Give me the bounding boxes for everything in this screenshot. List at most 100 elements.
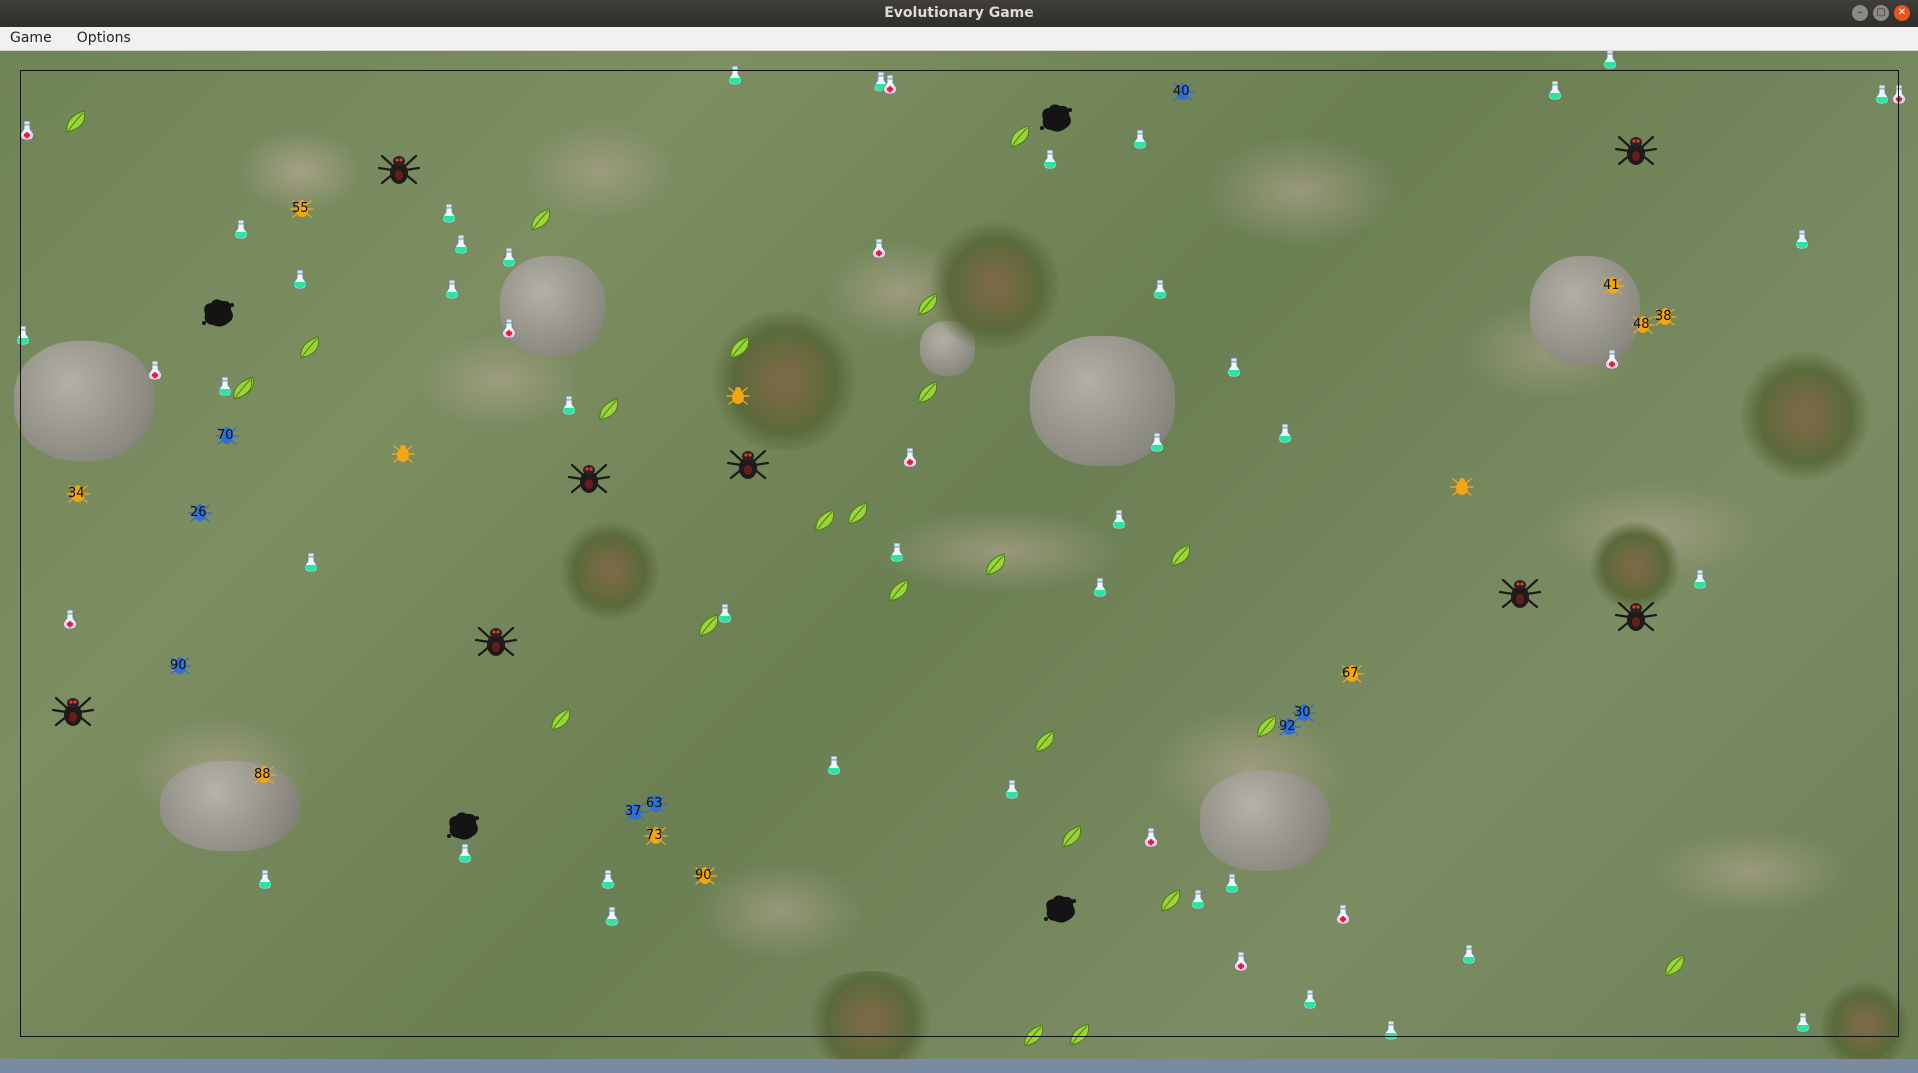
minimize-button[interactable]: – [1852,5,1868,21]
leaf-icon [1663,953,1687,979]
blue-bug: 26 [188,503,212,523]
bug-energy-label: 88 [254,767,271,782]
green-potion-icon [1004,779,1020,800]
leaf-icon [231,376,255,402]
pink-potion-icon [19,120,35,141]
green-potion-icon [1547,80,1563,101]
pink-potion-icon [1233,951,1249,972]
green-potion-icon [1092,577,1108,598]
orange-bug [1450,477,1474,497]
game-world[interactable]: 55 41 48 38 34 67 88 73 90 40 70 26 90 9… [0,51,1918,1059]
spider-icon [1614,131,1658,171]
pink-potion-icon [1604,349,1620,370]
leaf-icon [887,578,911,604]
green-potion-icon [453,234,469,255]
bug-energy-label: 38 [1655,309,1672,324]
green-potion-icon [1226,357,1242,378]
green-potion-icon [1795,1012,1811,1033]
orange-bug: 88 [252,765,276,785]
pink-potion-icon [902,447,918,468]
green-potion-icon [826,755,842,776]
close-button[interactable]: ✕ [1894,5,1910,21]
menu-game[interactable]: Game [0,27,62,50]
leaf-icon [1169,543,1193,569]
green-potion-icon [233,219,249,240]
pink-potion-icon [882,74,898,95]
rock [14,341,154,461]
rock [1200,771,1330,871]
bug-energy-label: 41 [1603,278,1620,293]
orange-bug: 90 [693,866,717,886]
orange-bug: 73 [644,826,668,846]
spider-icon [474,622,518,662]
black-blob-icon [444,809,482,843]
orange-bug: 34 [66,484,90,504]
bug-energy-label: 90 [695,868,712,883]
rock [160,761,300,851]
green-potion-icon [1461,944,1477,965]
blue-bug: 70 [215,426,239,446]
green-potion-icon [1042,149,1058,170]
status-bar [0,1059,1918,1073]
green-potion-icon [1794,229,1810,250]
green-potion-icon [1224,873,1240,894]
spider-icon [567,459,611,499]
leaf-icon [728,335,752,361]
leaf-icon [549,707,573,733]
leaf-icon [64,109,88,135]
leaf-icon [1022,1023,1046,1049]
leaf-icon [984,552,1008,578]
green-potion-icon [257,869,273,890]
blue-bug: 63 [644,794,668,814]
bush [560,521,660,621]
pink-potion-icon [147,360,163,381]
ant-icon [726,445,770,485]
orange-bug: 38 [1653,307,1677,327]
bug-energy-label: 48 [1633,317,1650,332]
bug-energy-label: 90 [170,658,187,673]
green-potion-icon [889,542,905,563]
blue-bug: 30 [1292,703,1316,723]
bush [1740,351,1870,481]
bug-energy-label: 37 [625,804,642,819]
green-potion-icon [604,906,620,927]
green-potion-icon [15,325,31,346]
pink-potion-icon [1143,827,1159,848]
black-blob-icon [1041,892,1079,926]
pink-potion-icon [1335,904,1351,925]
leaf-icon [916,380,940,406]
blue-bug: 40 [1171,82,1195,102]
bush [1820,981,1910,1059]
green-potion-icon [600,869,616,890]
bug-energy-label: 67 [1342,666,1359,681]
leaf-icon [597,397,621,423]
pink-potion-icon [62,609,78,630]
spider-icon [51,692,95,732]
leaf-icon [529,207,553,233]
ant-icon [1614,597,1658,637]
pink-potion-icon [871,238,887,259]
green-potion-icon [441,203,457,224]
rock [500,256,605,356]
pink-potion-icon [501,318,517,339]
menu-options[interactable]: Options [67,27,141,50]
black-blob-icon [199,296,237,330]
bug-energy-label: 26 [190,505,207,520]
orange-bug: 48 [1631,315,1655,335]
green-potion-icon [1277,423,1293,444]
leaf-icon [1159,888,1183,914]
rock [1530,256,1640,366]
bug-energy-label: 63 [646,796,663,811]
green-potion-icon [444,279,460,300]
green-potion-icon [1190,889,1206,910]
leaf-icon [1033,729,1057,755]
green-potion-icon [457,843,473,864]
window-title: Evolutionary Game [884,5,1034,21]
leaf-icon [916,292,940,318]
bug-energy-label: 55 [292,201,309,216]
leaf-icon [697,613,721,639]
orange-bug [391,444,415,464]
green-potion-icon [1692,569,1708,590]
black-blob-icon [1037,101,1075,135]
maximize-button[interactable]: ▢ [1873,5,1889,21]
